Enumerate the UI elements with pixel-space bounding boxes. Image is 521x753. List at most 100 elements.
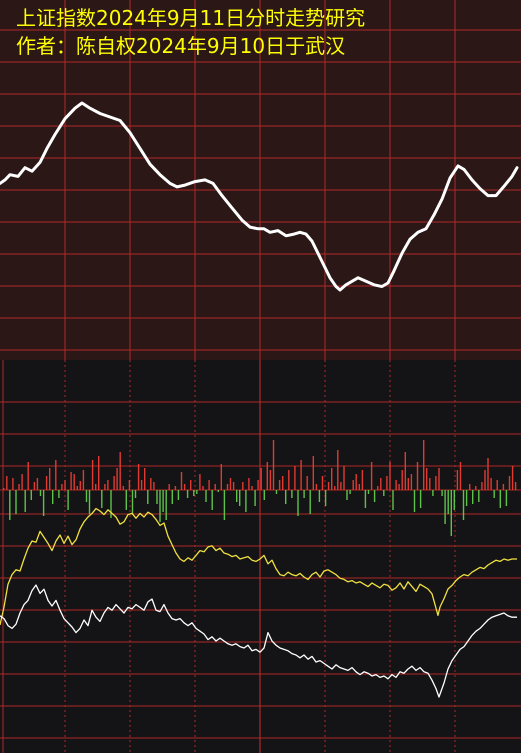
volume-bar-up: [502, 484, 505, 490]
volume-bar-down: [450, 490, 452, 536]
volume-bar-up: [288, 470, 290, 490]
volume-bar-up: [327, 482, 330, 490]
volume-bar-down: [156, 490, 158, 504]
volume-bar-down: [211, 490, 213, 510]
volume-bar-down: [101, 490, 103, 508]
volume-bar-down: [505, 490, 508, 506]
volume-bar-up: [61, 484, 63, 490]
volume-bar-up: [202, 486, 204, 490]
volume-bar-down: [39, 490, 42, 496]
volume-bar-up: [511, 466, 514, 490]
volume-bar-up: [140, 480, 143, 490]
volume-bar-down: [499, 490, 501, 508]
volume-bar-up: [55, 460, 57, 490]
volume-bar-up: [91, 460, 94, 490]
volume-bar-up: [352, 480, 354, 490]
volume-bar-up: [331, 468, 333, 490]
volume-bar-up: [269, 470, 272, 490]
volume-bar-up: [79, 481, 81, 490]
volume-bar-down: [58, 490, 60, 498]
price-chart-svg: 上证指数2024年9月11日分时走势研究 作者：陈自权2024年9月10日于武汉: [0, 0, 521, 360]
volume-bar-up: [435, 476, 437, 490]
volume-bar-down: [30, 490, 32, 500]
volume-bar-down: [453, 490, 455, 510]
volume-bar-down: [275, 490, 278, 494]
volume-bar-down: [42, 490, 45, 516]
volume-bar-up: [426, 468, 428, 490]
volume-bar-up: [272, 440, 275, 490]
volume-bar-up: [312, 456, 314, 490]
chart-title-line2: 作者：陈自权2024年9月10日于武汉: [16, 34, 345, 58]
volume-bar-down: [364, 490, 367, 508]
volume-bar-up: [214, 484, 216, 490]
indicator-chart-svg: [0, 360, 521, 753]
volume-bar-up: [355, 474, 357, 490]
volume-bar-up: [98, 456, 100, 490]
volume-bar-up: [266, 462, 268, 490]
volume-bar-up: [82, 470, 85, 490]
volume-bar-up: [183, 484, 186, 490]
volume-bar-up: [113, 476, 115, 490]
volume-bar-down: [493, 490, 495, 498]
volume-bar-up: [278, 480, 281, 490]
volume-bar-up: [386, 476, 388, 490]
volume-bar-down: [196, 490, 198, 494]
volume-bar-up: [358, 484, 360, 490]
volume-bar-down: [465, 490, 468, 506]
volume-bar-down: [9, 490, 11, 520]
volume-bar-down: [478, 490, 480, 502]
volume-bar-up: [70, 472, 72, 490]
volume-bar-up: [232, 482, 235, 490]
volume-bar-down: [131, 490, 134, 514]
volume-bar-down: [193, 490, 195, 496]
volume-bar-down: [162, 490, 164, 512]
volume-bar-up: [33, 482, 36, 490]
volume-bar-up: [481, 482, 483, 490]
volume-bar-down: [52, 490, 54, 504]
volume-bar-down: [297, 490, 299, 516]
price-chart-panel: 上证指数2024年9月11日分时走势研究 作者：陈自权2024年9月10日于武汉: [0, 0, 521, 360]
volume-bar-down: [263, 490, 265, 500]
volume-bar-up: [248, 478, 250, 490]
volume-bar-up: [180, 472, 183, 490]
volume-bar-down: [15, 490, 17, 514]
volume-bar-down: [85, 490, 88, 502]
volume-bar-down: [125, 490, 127, 510]
volume-bar-up: [438, 468, 440, 490]
volume-bar-up: [226, 484, 229, 490]
volume-bar-up: [401, 470, 403, 490]
volume-bar-down: [223, 490, 226, 520]
volume-bar-up: [410, 474, 413, 490]
volume-bar-up: [190, 480, 192, 490]
volume-bar-up: [18, 484, 20, 490]
volume-bar-down: [432, 490, 434, 496]
volume-bar-up: [423, 440, 425, 490]
volume-bar-up: [128, 480, 131, 490]
volume-bar-down: [291, 490, 293, 498]
volume-bar-down: [367, 490, 370, 494]
volume-bar-up: [116, 468, 118, 490]
volume-bar-up: [300, 460, 302, 490]
volume-bar-up: [49, 468, 51, 490]
volume-bar-down: [186, 490, 189, 498]
volume-bar-up: [416, 462, 419, 490]
volume-bar-up: [168, 484, 170, 490]
volume-bar-up: [456, 470, 459, 490]
volume-bar-up: [73, 474, 75, 490]
volume-bar-down: [285, 490, 287, 504]
volume-bar-down: [171, 490, 173, 504]
volume-bar-down: [217, 490, 219, 492]
volume-bar-up: [242, 482, 244, 490]
volume-bar-down: [159, 490, 161, 522]
volume-bar-up: [174, 486, 177, 490]
volume-bar-down: [309, 490, 311, 514]
volume-bar-down: [165, 490, 167, 520]
volume-bar-up: [334, 486, 336, 490]
volume-bar-down: [346, 490, 348, 500]
volume-bar-up: [12, 478, 14, 490]
volume-bar-up: [260, 468, 262, 490]
volume-bar-down: [462, 490, 465, 520]
volume-bar-up: [95, 484, 97, 490]
volume-bar-up: [153, 482, 155, 490]
volume-bar-down: [24, 490, 26, 512]
